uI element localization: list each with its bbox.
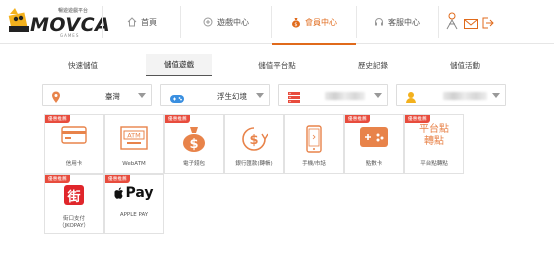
game-card-icon (359, 125, 389, 153)
bank-transfer-icon: $ (240, 125, 269, 157)
payment-method-name: WebATM (122, 161, 146, 167)
apple-logo-icon (114, 187, 123, 199)
header-tools (444, 12, 494, 34)
phone-icon (305, 125, 323, 157)
tab-deposit-platform-points[interactable]: 儲值平台點 (234, 54, 320, 76)
logo-tagline: GAMES (60, 33, 80, 38)
promo-ribbon: 優惠推薦 (105, 175, 130, 183)
payment-method-tile[interactable]: 優惠推薦 Pay APPLE PAY (104, 174, 164, 234)
site-logo[interactable]: 暢遊遊戲平台 MOVCA GAMES (6, 6, 110, 38)
gamepad-icon (169, 89, 185, 108)
jkopay-logo-text: 街 (64, 185, 84, 205)
top-header: 暢遊遊戲平台 MOVCA GAMES 首頁 遊戲中心 $ 會員中心 客服中心 (0, 0, 554, 45)
chevron-down-icon (374, 93, 382, 98)
server-icon (287, 89, 301, 108)
logo-subtitle: 暢遊遊戲平台 (58, 8, 89, 14)
character-select[interactable] (396, 84, 506, 106)
nav-game-center-label: 遊戲中心 (217, 17, 249, 27)
payment-method-name: 銀行匯款(轉帳) (235, 161, 273, 167)
promo-ribbon: 優惠推薦 (45, 175, 70, 183)
home-icon (127, 17, 137, 27)
money-bag-icon: $ (291, 17, 301, 28)
platform-points-icon: 平台點 轉點 (412, 124, 456, 148)
tab-history[interactable]: 歷史記錄 (330, 54, 416, 76)
mail-icon[interactable] (464, 14, 478, 33)
promo-ribbon: 優惠推薦 (165, 115, 190, 123)
server-select[interactable] (278, 84, 388, 106)
region-select-value: 臺灣 (105, 92, 120, 101)
payment-method-name: 街口支付（JKOPAY） (59, 216, 89, 229)
logo-mark-icon (8, 8, 29, 32)
nav-service-center[interactable]: 客服中心 (357, 0, 437, 44)
logout-icon[interactable] (482, 14, 494, 33)
apple-pay-logo-text: Pay (125, 185, 154, 201)
payment-method-name: 點數卡 (365, 161, 383, 167)
tab-deposit-events[interactable]: 儲值活動 (420, 54, 510, 76)
nav-home-label: 首頁 (141, 17, 157, 27)
payment-method-name: APPLE PAY (119, 212, 149, 218)
nav-member-center[interactable]: $ 會員中心 (272, 0, 356, 45)
chevron-down-icon (256, 93, 264, 98)
payment-method-name: 信用卡 (65, 161, 83, 167)
nav-divider (102, 6, 103, 38)
payment-method-tile[interactable]: $ 銀行匯款(轉帳) (224, 114, 284, 174)
money-bag-icon: $ (181, 125, 207, 157)
platform-points-art-line1: 平台點 (419, 124, 449, 135)
chevron-down-icon (138, 93, 146, 98)
character-select-value-redacted (443, 92, 487, 100)
payment-method-name: 平台點轉點 (420, 161, 448, 167)
game-select-value: 浮生幻境 (217, 92, 247, 101)
user-icon (405, 89, 417, 108)
payment-method-tile[interactable]: 優惠推薦 點數卡 (344, 114, 404, 174)
payment-method-name: 電子錢包 (182, 161, 205, 167)
payment-method-tile[interactable]: 手機/市話 (284, 114, 344, 174)
region-select[interactable]: 臺灣 (42, 84, 152, 106)
credit-card-icon (61, 125, 87, 149)
tab-quick-deposit[interactable]: 快速儲值 (40, 54, 126, 76)
server-select-value-redacted (325, 92, 365, 100)
chevron-down-icon (492, 93, 500, 98)
svg-text:$: $ (189, 137, 198, 152)
apple-pay-icon: Pay (114, 185, 154, 201)
nav-service-center-label: 客服中心 (388, 17, 420, 27)
headset-icon (374, 17, 384, 27)
payment-method-tile[interactable]: 優惠推薦 $ 電子錢包 (164, 114, 224, 174)
jkopay-icon: 街 (64, 185, 84, 205)
payment-method-tile[interactable]: 優惠推薦 街 街口支付（JKOPAY） (44, 174, 104, 234)
svg-text:$: $ (249, 133, 258, 148)
nav-member-center-label: 會員中心 (305, 17, 337, 27)
atm-icon: ATM (119, 125, 149, 155)
payment-method-name: 手機/市話 (302, 161, 326, 167)
svg-text:ATM: ATM (127, 132, 141, 140)
svg-text:$: $ (294, 22, 297, 28)
promo-ribbon: 優惠推薦 (405, 115, 430, 123)
nav-game-center[interactable]: 遊戲中心 (181, 0, 271, 44)
game-select[interactable]: 浮生幻境 (160, 84, 270, 106)
payment-method-tile[interactable]: 優惠推薦 信用卡 (44, 114, 104, 174)
tab-deposit-game[interactable]: 儲值遊戲 (146, 54, 212, 76)
promo-ribbon: 優惠推薦 (345, 115, 370, 123)
location-pin-icon (51, 89, 61, 108)
nav-divider (438, 6, 439, 38)
gamepad-icon (203, 17, 213, 27)
nav-home[interactable]: 首頁 (104, 0, 180, 44)
platform-points-art-line2: 轉點 (424, 136, 444, 147)
promo-ribbon: 優惠推薦 (45, 115, 70, 123)
payment-method-tile[interactable]: ATM WebATM (104, 114, 164, 174)
payment-method-tile[interactable]: 優惠推薦 平台點 轉點 平台點轉點 (404, 114, 464, 174)
member-figure-icon[interactable] (444, 12, 460, 34)
